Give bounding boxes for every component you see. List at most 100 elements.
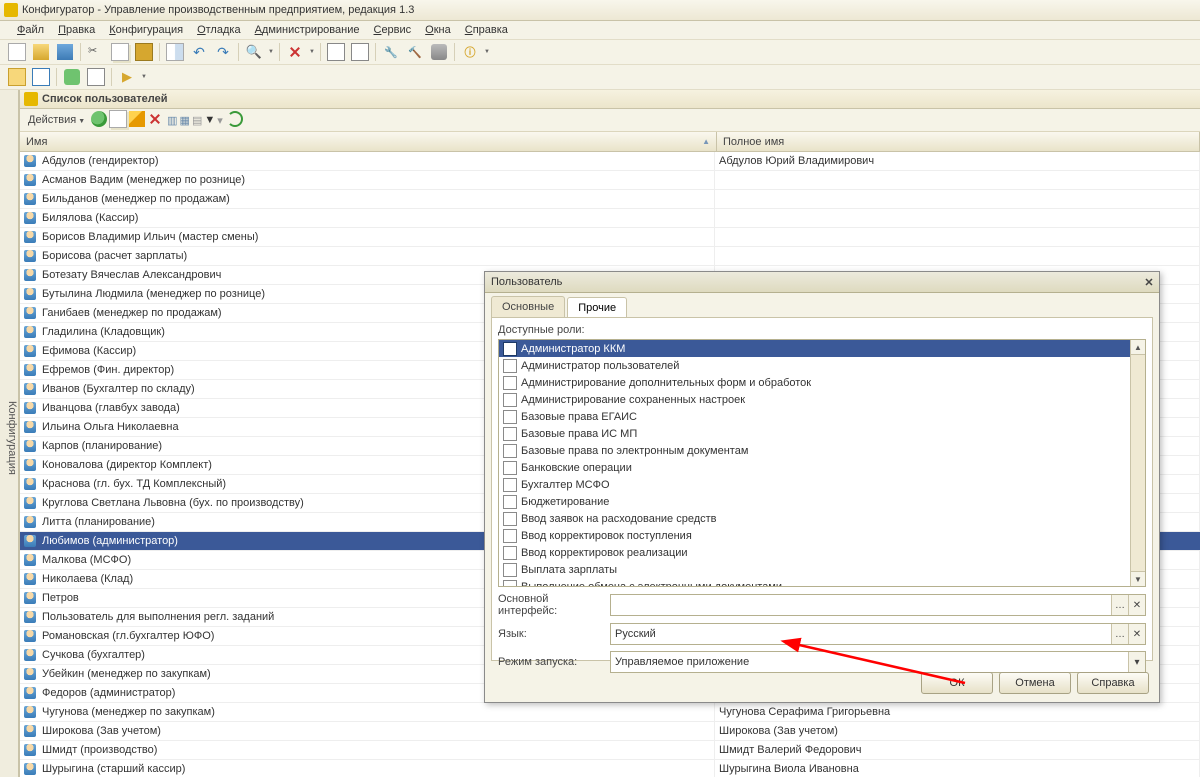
copy-icon[interactable] [109,41,131,63]
add-icon[interactable] [91,111,107,130]
cut-icon[interactable]: ✂ [85,41,107,63]
scrollbar[interactable]: ▲ ▼ [1130,340,1145,586]
run-green-icon[interactable] [61,66,83,88]
dropdown-icon[interactable]: ▼ [140,74,148,80]
menu-item[interactable]: Администрирование [248,24,367,36]
role-item[interactable]: Администрирование дополнительных форм и … [499,374,1131,391]
tools-icon[interactable]: 🔧 [380,41,402,63]
calc-icon[interactable] [325,41,347,63]
roles-list[interactable]: Администратор ККМАдминистратор пользоват… [499,340,1131,586]
checkbox[interactable] [503,342,517,356]
sort-icon[interactable]: ▤ [192,114,202,127]
menu-item[interactable]: Конфигурация [102,24,190,36]
refresh-icon[interactable] [227,111,243,130]
role-item[interactable]: Ввод корректировок реализации [499,544,1131,561]
user-row[interactable]: Билялова (Кассир) [20,209,1200,228]
checkbox[interactable] [503,427,517,441]
info-icon[interactable]: ⓘ [459,41,481,63]
user-row[interactable]: Шмидт (производство)Шмидт Валерий Федоро… [20,741,1200,760]
run-mode-input[interactable]: Управляемое приложение ▾ [610,651,1146,673]
checkbox[interactable] [503,478,517,492]
help-button[interactable]: Справка [1077,672,1149,694]
tab-main[interactable]: Основные [491,296,565,317]
col-name[interactable]: Имя [20,132,717,151]
menu-item[interactable]: Правка [51,24,102,36]
menu-item[interactable]: Окна [418,24,458,36]
compare-icon[interactable] [164,41,186,63]
new-file-icon[interactable] [6,41,28,63]
redo-icon[interactable]: ↷ [212,41,234,63]
checkbox[interactable] [503,563,517,577]
scroll-up-icon[interactable]: ▲ [1131,340,1145,355]
role-item[interactable]: Банковские операции [499,459,1131,476]
clear-icon[interactable]: ✕ [1128,624,1145,644]
language-input[interactable]: Русский … ✕ [610,623,1146,645]
db-icon[interactable] [428,41,450,63]
user-row[interactable]: Асманов Вадим (менеджер по рознице) [20,171,1200,190]
window-icon[interactable] [30,66,52,88]
run-icon[interactable] [85,66,107,88]
user-row[interactable]: Бильданов (менеджер по продажам) [20,190,1200,209]
menu-item[interactable]: Справка [458,24,515,36]
role-item[interactable]: Базовые права по электронным документам [499,442,1131,459]
close-icon[interactable]: ✕ [1139,276,1159,289]
role-item[interactable]: Базовые права ЕГАИС [499,408,1131,425]
checkbox[interactable] [503,546,517,560]
user-row[interactable]: Широкова (Зав учетом)Широкова (Зав учето… [20,722,1200,741]
menu-item[interactable]: Файл [10,24,51,36]
funnel-icon[interactable]: ▾ [217,114,223,127]
checkbox[interactable] [503,461,517,475]
checkbox[interactable] [503,359,517,373]
role-item[interactable]: Базовые права ИС МП [499,425,1131,442]
user-row[interactable]: Чугунова (менеджер по закупкам)Чугунова … [20,703,1200,722]
menu-item[interactable]: Отладка [190,24,248,36]
dropdown-icon[interactable]: ▾ [1128,652,1145,672]
actions-menu[interactable]: Действия▼ [24,114,89,126]
tools2-icon[interactable]: 🔨 [404,41,426,63]
checkbox[interactable] [503,495,517,509]
scroll-down-icon[interactable]: ▼ [1131,571,1145,586]
role-item[interactable]: Выплата зарплаты [499,561,1131,578]
dropdown-icon[interactable]: ▼ [204,114,215,126]
user-row[interactable]: Абдулов (гендиректор)Абдулов Юрий Владим… [20,152,1200,171]
checkbox[interactable] [503,410,517,424]
checkbox[interactable] [503,376,517,390]
checkbox[interactable] [503,580,517,587]
undo-icon[interactable]: ↶ [188,41,210,63]
tab-other[interactable]: Прочие [567,297,627,318]
stop-icon[interactable] [284,41,306,63]
checkbox[interactable] [503,393,517,407]
edit-icon[interactable] [129,111,145,130]
role-item[interactable]: Ввод заявок на расходование средств [499,510,1131,527]
dropdown-icon[interactable]: ▼ [308,49,316,55]
save-icon[interactable] [54,41,76,63]
filter2-icon[interactable]: ▦ [180,114,190,127]
role-item[interactable]: Администратор пользователей [499,357,1131,374]
col-fullname[interactable]: Полное имя [717,132,1200,151]
select-icon[interactable]: … [1111,595,1128,615]
play-icon[interactable]: ▶ [116,66,138,88]
role-item[interactable]: Администрирование сохраненных настроек [499,391,1131,408]
role-item[interactable]: Бюджетирование [499,493,1131,510]
user-row[interactable]: Борисова (расчет зарплаты) [20,247,1200,266]
checkbox[interactable] [503,512,517,526]
user-row[interactable]: Борисов Владимир Ильич (мастер смены) [20,228,1200,247]
role-item[interactable]: Бухгалтер МСФО [499,476,1131,493]
cancel-button[interactable]: Отмена [999,672,1071,694]
user-row[interactable]: Шурыгина (старший кассир)Шурыгина Виола … [20,760,1200,777]
role-item[interactable]: Выполнение обмена с электронными докумен… [499,578,1131,586]
config-icon[interactable] [6,66,28,88]
role-item[interactable]: Администратор ККМ [499,340,1131,357]
delete-icon[interactable] [147,111,163,130]
clear-icon[interactable]: ✕ [1128,595,1145,615]
role-item[interactable]: Ввод корректировок поступления [499,527,1131,544]
copy-icon[interactable] [109,110,127,131]
select-icon[interactable]: … [1111,624,1128,644]
filter-icon[interactable]: ▥ [167,114,177,127]
interface-input[interactable]: … ✕ [610,594,1146,616]
checkbox[interactable] [503,529,517,543]
sidebar-tab[interactable]: Конфигурация [0,90,19,777]
menu-item[interactable]: Сервис [366,24,418,36]
open-icon[interactable] [30,41,52,63]
dropdown-icon[interactable]: ▼ [267,49,275,55]
